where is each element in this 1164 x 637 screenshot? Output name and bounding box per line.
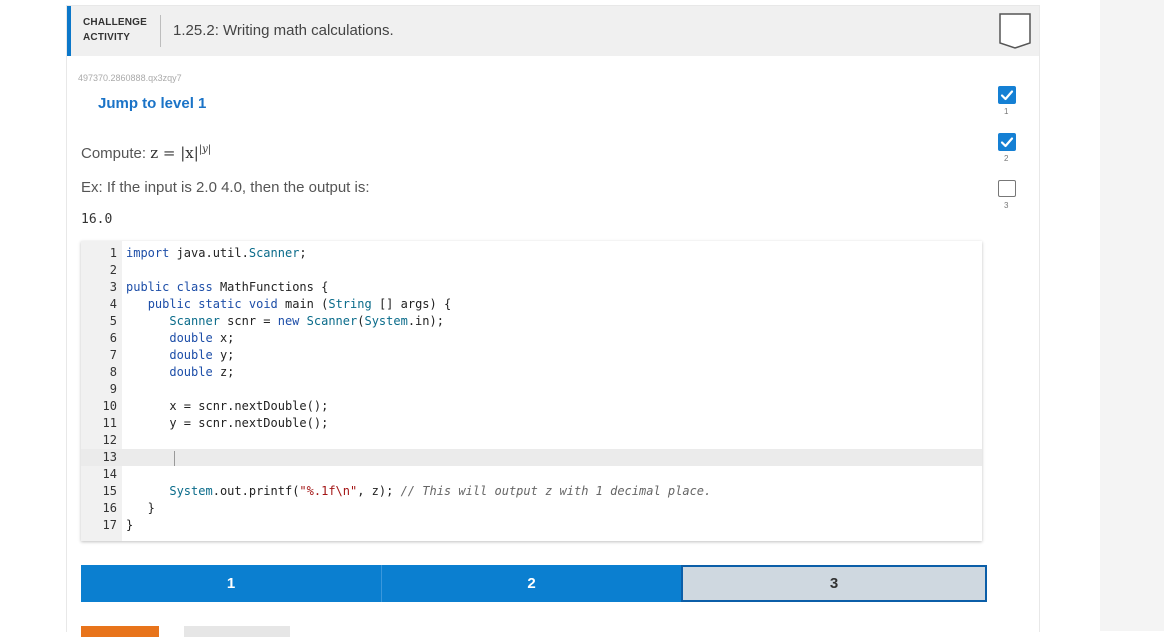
check-button[interactable] xyxy=(81,626,159,637)
challenge-activity-card: CHALLENGE ACTIVITY 1.25.2: Writing math … xyxy=(66,5,1040,637)
line-number: 13 xyxy=(102,450,117,464)
line-number: 16 xyxy=(102,501,117,515)
checkmark-icon xyxy=(998,86,1016,104)
empty-checkbox-icon xyxy=(998,180,1016,197)
formula-exponent: |y| xyxy=(198,144,212,155)
bookmark-icon[interactable] xyxy=(999,13,1031,49)
line-number: 1 xyxy=(109,246,117,260)
line-code: double x; xyxy=(169,331,235,345)
code-line[interactable]: 10 x = scnr.nextDouble(); xyxy=(81,398,982,415)
code-line[interactable]: 12 xyxy=(81,432,982,449)
progress-number: 3 xyxy=(1004,201,1009,210)
line-number: 4 xyxy=(109,297,117,311)
code-line[interactable]: 5 Scanner scnr = new Scanner(System.in); xyxy=(81,313,982,330)
line-number: 2 xyxy=(109,263,117,277)
line-number: 11 xyxy=(102,416,117,430)
header-divider xyxy=(160,15,161,47)
code-line[interactable]: 3 public class MathFunctions { xyxy=(81,279,982,296)
badge-line-1: CHALLENGE xyxy=(83,17,148,28)
activity-type-badge: CHALLENGE ACTIVITY xyxy=(83,15,147,45)
level-button-3[interactable]: 3 xyxy=(681,565,987,602)
level-button-2[interactable]: 2 xyxy=(381,565,681,602)
activity-header: CHALLENGE ACTIVITY 1.25.2: Writing math … xyxy=(67,6,1039,56)
code-line[interactable]: 1 import java.util.Scanner; xyxy=(81,245,982,262)
line-code: System.out.printf("%.1f\n", z); // This … xyxy=(169,484,712,498)
line-number: 9 xyxy=(109,382,117,396)
line-code: y = scnr.nextDouble(); xyxy=(126,416,329,430)
line-number: 5 xyxy=(109,314,117,328)
code-line[interactable]: 17} xyxy=(81,517,982,534)
line-code: import java.util.Scanner; xyxy=(126,246,307,260)
code-line[interactable]: 13 xyxy=(81,449,982,466)
code-line[interactable]: 16 } xyxy=(81,500,982,517)
formula-base: z = |x| xyxy=(150,144,199,162)
example-text: Ex: If the input is 2.0 4.0, then the ou… xyxy=(81,179,370,196)
line-code: public static void main (String [] args)… xyxy=(147,297,452,311)
code-editor[interactable]: 1 import java.util.Scanner; 2 3 public class… xyxy=(81,241,982,541)
formula: z = |x||y| xyxy=(150,144,211,162)
line-number: 7 xyxy=(109,348,117,362)
compute-prompt: Compute: z = |x||y| xyxy=(81,144,211,162)
compute-label: Compute: xyxy=(81,145,147,162)
line-code: Scanner scnr = new Scanner(System.in); xyxy=(169,314,444,328)
line-number: 10 xyxy=(102,399,117,413)
line-code: double z; xyxy=(169,365,235,379)
line-number: 8 xyxy=(109,365,117,379)
expected-output: 16.0 xyxy=(81,212,113,227)
badge-line-2: ACTIVITY xyxy=(83,32,131,43)
text-cursor xyxy=(174,451,175,466)
line-code: double y; xyxy=(169,348,235,362)
code-line[interactable]: 6 double x; xyxy=(81,330,982,347)
code-line[interactable]: 7 double y; xyxy=(81,347,982,364)
code-line[interactable]: 4 public static void main (String [] arg… xyxy=(81,296,982,313)
right-gutter xyxy=(1100,0,1164,631)
line-number: 12 xyxy=(102,433,117,447)
activity-id: 497370.2860888.qx3zqy7 xyxy=(78,73,182,83)
code-line[interactable]: 9 xyxy=(81,381,982,398)
line-code: } xyxy=(126,501,155,515)
activity-title: 1.25.2: Writing math calculations. xyxy=(173,22,394,39)
progress-number: 2 xyxy=(1004,154,1009,163)
try-again-button[interactable] xyxy=(184,626,290,637)
code-line[interactable]: 8 double z; xyxy=(81,364,982,381)
jump-to-level-link[interactable]: Jump to level 1 xyxy=(98,95,206,112)
code-line[interactable]: 2 xyxy=(81,262,982,279)
progress-number: 1 xyxy=(1004,107,1009,116)
line-code: x = scnr.nextDouble(); xyxy=(126,399,329,413)
line-code: public class MathFunctions { xyxy=(126,280,329,294)
code-line[interactable]: 14 xyxy=(81,466,982,483)
line-number: 6 xyxy=(109,331,117,345)
line-number: 17 xyxy=(102,518,117,532)
line-number: 3 xyxy=(109,280,117,294)
code-line[interactable]: 11 y = scnr.nextDouble(); xyxy=(81,415,982,432)
line-number: 15 xyxy=(102,484,117,498)
line-code: } xyxy=(126,518,134,532)
code-line[interactable]: 15 System.out.printf("%.1f\n", z); // Th… xyxy=(81,483,982,500)
level-selector: 123 xyxy=(81,565,987,602)
checkmark-icon xyxy=(998,133,1016,151)
line-number: 14 xyxy=(102,467,117,481)
level-button-1[interactable]: 1 xyxy=(81,565,381,602)
